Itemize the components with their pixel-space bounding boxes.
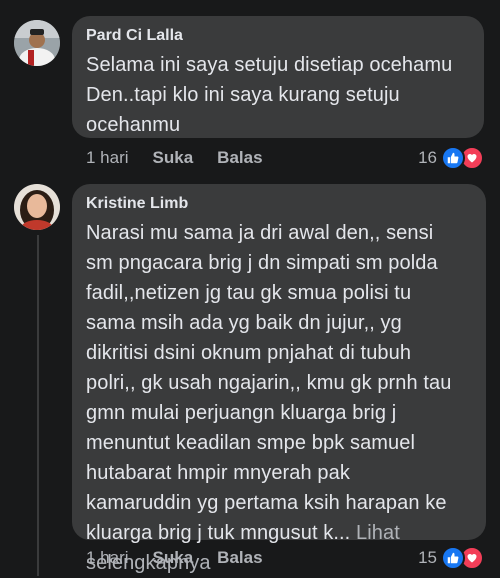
comment-text: Selama ini saya setuju disetiap ocehamu …	[86, 54, 453, 136]
reaction-summary[interactable]: 15	[418, 546, 484, 570]
comment-author[interactable]: Kristine Limb	[86, 194, 472, 214]
comment-time[interactable]: 1 hari	[86, 548, 129, 568]
comment-author[interactable]: Pard Ci Lalla	[86, 26, 470, 46]
reply-thread-line	[37, 235, 39, 576]
comment-bubble: Pard Ci Lalla Selama ini saya setuju dis…	[72, 16, 484, 138]
like-button[interactable]: Suka	[153, 548, 194, 568]
comment-actions: 1 hari Suka Balas	[86, 148, 287, 168]
avatar[interactable]	[14, 184, 60, 230]
like-button[interactable]: Suka	[153, 148, 194, 168]
reaction-count: 15	[418, 548, 437, 567]
comment-time[interactable]: 1 hari	[86, 148, 129, 168]
like-icon	[441, 146, 465, 170]
comment-text: Narasi mu sama ja dri awal den,, sensi s…	[86, 218, 472, 578]
reaction-count: 16	[418, 148, 437, 167]
reaction-summary[interactable]: 16	[418, 146, 484, 170]
avatar[interactable]	[14, 20, 60, 66]
comment-text-body: Narasi mu sama ja dri awal den,, sensi s…	[86, 222, 452, 544]
comment-bubble: Kristine Limb Narasi mu sama ja dri awal…	[72, 184, 486, 574]
like-icon	[441, 546, 465, 570]
reply-button[interactable]: Balas	[217, 148, 262, 168]
avatar-image	[14, 184, 60, 230]
avatar-image	[14, 20, 60, 66]
comment-actions: 1 hari Suka Balas	[86, 548, 287, 568]
reply-button[interactable]: Balas	[217, 548, 262, 568]
